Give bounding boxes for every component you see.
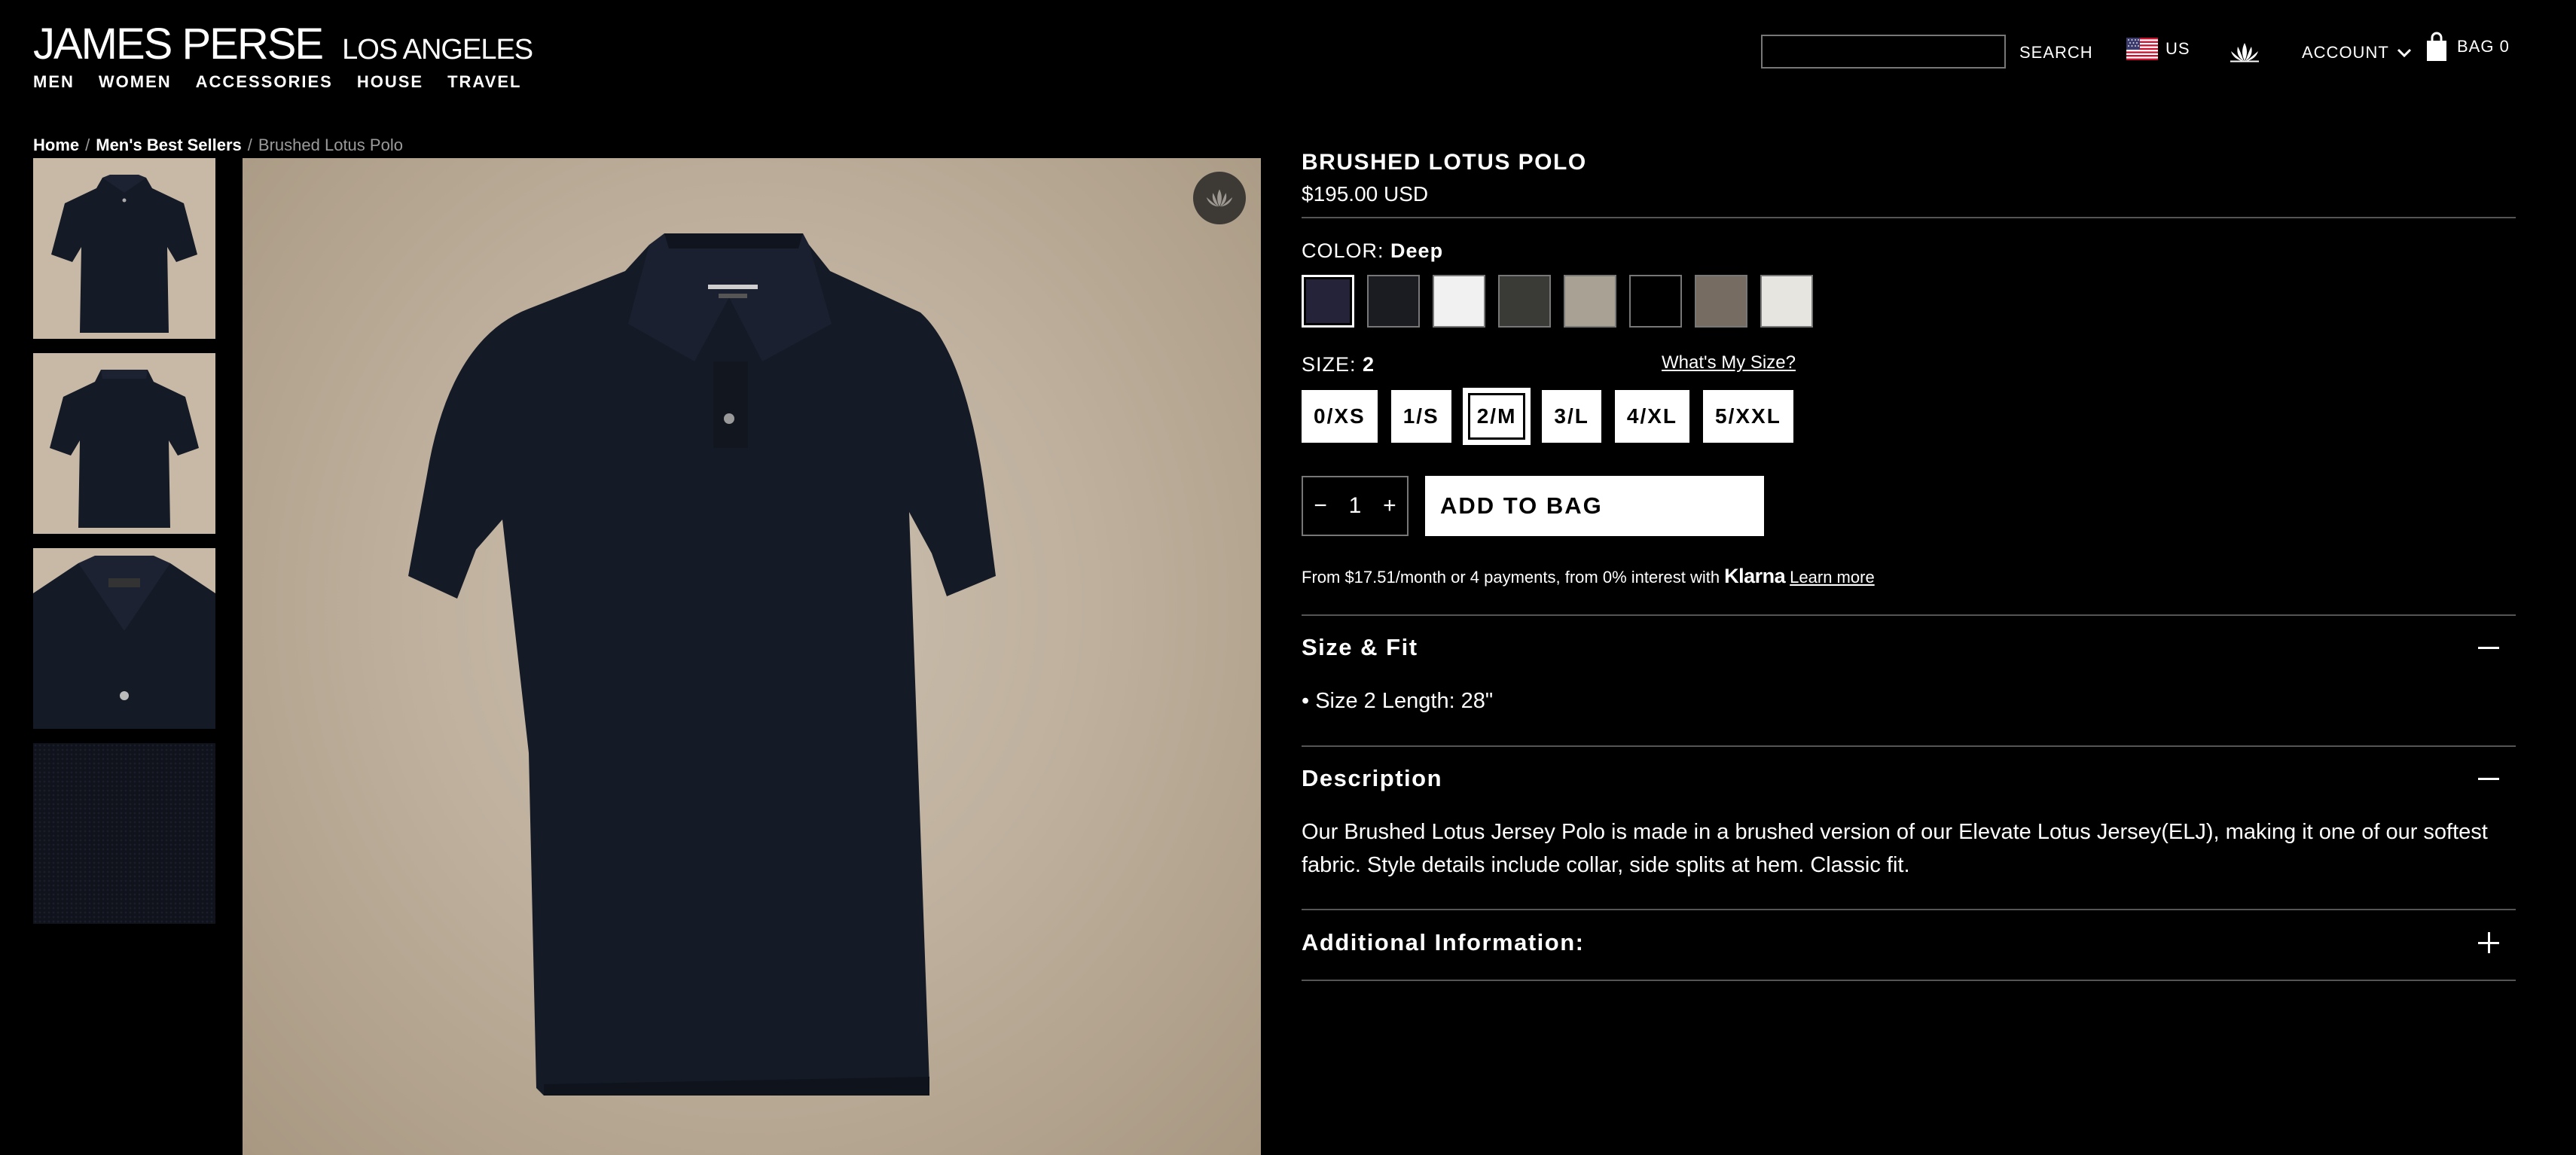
polo-shirt-illustration	[408, 233, 996, 1096]
breadcrumb-separator: /	[85, 136, 90, 154]
account-label: ACCOUNT	[2302, 43, 2389, 62]
klarna-logo: Klarna	[1724, 565, 1786, 587]
account-menu[interactable]: ACCOUNT	[2302, 43, 2412, 62]
breadcrumb-category[interactable]: Men's Best Sellers	[96, 136, 242, 155]
brand-location: LOS ANGELES	[342, 34, 533, 66]
divider	[1302, 614, 2516, 616]
accordion-size-fit-title: Size & Fit	[1302, 634, 1418, 660]
size-option[interactable]: 1/S	[1390, 390, 1451, 443]
thumbnail-list	[33, 158, 215, 924]
search-label: SEARCH	[2019, 43, 2093, 62]
shopping-bag-icon	[2427, 32, 2446, 61]
collar-detail-thumbnail-image	[33, 556, 215, 729]
nav-house[interactable]: HOUSE	[357, 72, 423, 92]
klarna-text: From $17.51/month or 4 payments, from 0%…	[1302, 568, 1720, 587]
region-label: US	[2165, 39, 2190, 58]
klarna-financing: From $17.51/month or 4 payments, from 0%…	[1302, 565, 1875, 588]
quantity-stepper: − 1 +	[1302, 476, 1409, 536]
accordion-size-fit-header[interactable]: Size & Fit	[1302, 634, 2516, 661]
color-label-text: COLOR:	[1302, 239, 1384, 262]
plus-icon	[2477, 931, 2501, 955]
size-option[interactable]: 0/XS	[1302, 390, 1378, 443]
search-input[interactable]	[1761, 35, 2006, 69]
color-swatch[interactable]	[1367, 275, 1420, 328]
product-main-image[interactable]	[243, 158, 1261, 1155]
us-flag-icon	[2126, 38, 2158, 60]
lotus-home-button[interactable]	[2227, 41, 2262, 62]
divider	[1302, 217, 2516, 218]
shirt-back-thumbnail-image	[50, 370, 199, 528]
divider	[1302, 909, 2516, 910]
product-header: BRUSHED LOTUS POLO $195.00 USD	[1302, 149, 2516, 206]
color-swatches	[1302, 275, 1813, 328]
brand-logo[interactable]: JAMES PERSE LOS ANGELES	[33, 23, 533, 66]
search-button[interactable]: SEARCH	[2019, 43, 2093, 62]
color-swatch[interactable]	[1760, 275, 1813, 328]
size-options: 0/XS 1/S 2/M 3/L 4/XL 5/XXL	[1302, 390, 1793, 443]
breadcrumb-separator: /	[247, 136, 252, 154]
minus-icon	[2477, 635, 2501, 660]
accordion-additional-header[interactable]: Additional Information:	[1302, 929, 2516, 956]
color-label: COLOR: Deep	[1302, 239, 1443, 263]
size-label-text: SIZE:	[1302, 353, 1357, 376]
color-swatch[interactable]	[1498, 275, 1551, 328]
color-value: Deep	[1390, 239, 1444, 262]
klarna-learn-more-link[interactable]: Learn more	[1790, 568, 1875, 587]
nav-men[interactable]: MEN	[33, 72, 75, 92]
minus-icon	[2477, 766, 2501, 791]
brand-name: JAMES PERSE	[33, 20, 324, 69]
nav-women[interactable]: WOMEN	[99, 72, 172, 92]
accordion-description-title: Description	[1302, 765, 1443, 791]
lotus-icon	[2230, 43, 2259, 62]
color-swatch[interactable]	[1302, 275, 1354, 328]
breadcrumb-current: Brushed Lotus Polo	[258, 136, 403, 154]
color-swatch[interactable]	[1629, 275, 1682, 328]
shirt-front-thumbnail-image	[51, 175, 197, 333]
chevron-down-icon	[2397, 48, 2411, 58]
thumbnail-back[interactable]	[33, 353, 215, 534]
product-title: BRUSHED LOTUS POLO	[1302, 150, 1587, 175]
quantity-value[interactable]: 1	[1349, 493, 1362, 519]
size-option[interactable]: 2/M	[1464, 390, 1529, 443]
color-swatch[interactable]	[1695, 275, 1747, 328]
size-option[interactable]: 5/XXL	[1703, 390, 1793, 443]
size-option[interactable]: 4/XL	[1614, 390, 1690, 443]
nav-travel[interactable]: TRAVEL	[447, 72, 521, 92]
lotus-icon	[1206, 189, 1233, 207]
breadcrumb-home[interactable]: Home	[33, 136, 79, 155]
bag-label: BAG 0	[2457, 37, 2510, 56]
accordion-additional-title: Additional Information:	[1302, 929, 1585, 955]
divider	[1302, 745, 2516, 747]
add-to-bag-label: ADD TO BAG	[1440, 492, 1603, 519]
description-content: Our Brushed Lotus Jersey Polo is made in…	[1302, 820, 2488, 877]
size-fit-content: • Size 2 Length: 28"	[1302, 689, 1494, 713]
brand-badge[interactable]	[1193, 172, 1246, 224]
divider	[1302, 980, 2516, 981]
size-guide-link[interactable]: What's My Size?	[1662, 352, 1796, 373]
thumbnail-front[interactable]	[33, 158, 215, 339]
bag-button[interactable]: BAG 0	[2425, 32, 2510, 62]
quantity-increase-button[interactable]: +	[1383, 493, 1396, 519]
breadcrumb: Home / Men's Best Sellers / Brushed Lotu…	[33, 136, 403, 155]
color-swatch[interactable]	[1433, 275, 1485, 328]
quantity-decrease-button[interactable]: −	[1314, 493, 1327, 519]
size-value: 2	[1363, 353, 1375, 376]
nav-accessories[interactable]: ACCESSORIES	[196, 72, 333, 92]
accordion-description-header[interactable]: Description	[1302, 765, 2516, 792]
thumbnail-collar-detail[interactable]	[33, 548, 215, 729]
region-selector[interactable]: US	[2126, 38, 2190, 60]
fabric-detail-thumbnail-image	[33, 743, 215, 924]
color-swatch[interactable]	[1564, 275, 1616, 328]
add-to-bag-button[interactable]: ADD TO BAG	[1425, 476, 1764, 536]
product-price: $195.00 USD	[1302, 182, 1429, 206]
main-nav: MEN WOMEN ACCESSORIES HOUSE TRAVEL	[33, 72, 521, 92]
size-option[interactable]: 3/L	[1542, 390, 1601, 443]
thumbnail-fabric-detail[interactable]	[33, 743, 215, 924]
size-label: SIZE: 2	[1302, 353, 1375, 376]
